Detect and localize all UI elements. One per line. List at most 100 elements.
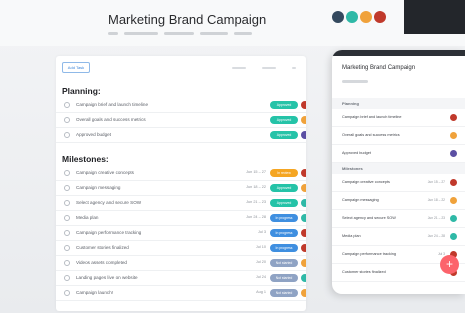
task-row[interactable]: Customer stories finalized Jul 10 In progr…	[56, 241, 306, 256]
complete-checkbox[interactable]	[64, 185, 70, 191]
assignee-avatar[interactable]	[301, 229, 306, 237]
status-badge[interactable]: In review	[270, 169, 298, 177]
mobile-task-name[interactable]: Media plan	[342, 234, 361, 238]
mobile-task-name[interactable]: Campaign performance tracking	[342, 252, 396, 256]
complete-checkbox[interactable]	[64, 290, 70, 296]
task-name[interactable]: Videos assets completed	[76, 260, 127, 265]
mobile-assignee-avatar[interactable]	[450, 179, 457, 186]
mobile-assignee-avatar[interactable]	[450, 114, 457, 121]
mobile-assignee-avatar[interactable]	[450, 233, 457, 240]
mobile-task-name[interactable]: Campaign messaging	[342, 198, 379, 202]
assignee-avatar[interactable]	[301, 274, 306, 282]
assignee-avatar[interactable]	[301, 169, 306, 177]
task-row[interactable]: Campaign messaging Jun 18 – 22 Approved	[56, 181, 306, 196]
assignee-avatar[interactable]	[301, 214, 306, 222]
task-row[interactable]: Select agency and secure SOW Jun 21 – 23 A…	[56, 196, 306, 211]
task-name[interactable]: Campaign creative concepts	[76, 170, 134, 175]
assignee-avatar[interactable]	[301, 199, 306, 207]
mobile-task-row[interactable]: Campaign brief and launch timeline	[332, 109, 465, 127]
assignee-avatar[interactable]	[301, 184, 306, 192]
avatar[interactable]	[346, 11, 358, 23]
task-name[interactable]: Customer stories finalized	[76, 245, 129, 250]
toolbar-control[interactable]	[262, 67, 276, 69]
tab-board[interactable]	[124, 32, 158, 35]
task-row[interactable]: Campaign creative concepts Jun 15 – 27 In …	[56, 166, 306, 181]
status-badge[interactable]: Approved	[270, 199, 298, 207]
task-due-date: Jul 10	[255, 245, 266, 249]
mobile-task-row[interactable]: Campaign creative concepts Jun 15 – 27	[332, 174, 465, 192]
mobile-assignee-avatar[interactable]	[450, 215, 457, 222]
task-name[interactable]: Campaign launch!	[76, 290, 113, 295]
task-name[interactable]: Campaign messaging	[76, 185, 120, 190]
tab-list[interactable]	[108, 32, 118, 35]
mobile-assignee-avatar[interactable]	[450, 150, 457, 157]
task-name[interactable]: Media plan	[76, 215, 98, 220]
tab-files[interactable]	[234, 32, 252, 35]
add-task-button[interactable]: Add Task	[62, 62, 90, 73]
mobile-task-name[interactable]: Customer stories finalized	[342, 270, 386, 274]
avatar[interactable]	[332, 11, 344, 23]
status-badge[interactable]: In progress	[270, 214, 298, 222]
complete-checkbox[interactable]	[64, 275, 70, 281]
mobile-task-row[interactable]: Media plan Jun 24 – 28	[332, 228, 465, 246]
status-badge[interactable]: Approved	[270, 116, 298, 124]
mobile-assignee-avatar[interactable]	[450, 132, 457, 139]
complete-checkbox[interactable]	[64, 200, 70, 206]
assignee-avatar[interactable]	[301, 116, 306, 124]
assignee-avatar[interactable]	[301, 131, 306, 139]
task-row[interactable]: Landing pages live on website Jul 24 Not s…	[56, 271, 306, 286]
status-badge[interactable]: Approved	[270, 184, 298, 192]
toolbar-control[interactable]	[232, 67, 246, 69]
mobile-task-name[interactable]: Campaign brief and launch timeline	[342, 115, 402, 119]
mobile-task-name[interactable]: Overall goals and success metrics	[342, 133, 400, 137]
status-badge[interactable]: Not started	[270, 259, 298, 267]
mobile-assignee-avatar[interactable]	[450, 197, 457, 204]
task-row[interactable]: Campaign brief and launch timeline Approv…	[56, 98, 306, 113]
mobile-task-row[interactable]: Overall goals and success metrics	[332, 127, 465, 145]
mobile-task-name[interactable]: Campaign creative concepts	[342, 180, 390, 184]
status-badge[interactable]: In progress	[270, 244, 298, 252]
assignee-avatar[interactable]	[301, 244, 306, 252]
task-row[interactable]: Approved budget Approved	[56, 128, 306, 143]
assignee-avatar[interactable]	[301, 289, 306, 297]
task-name[interactable]: Campaign brief and launch timeline	[76, 102, 148, 107]
complete-checkbox[interactable]	[64, 245, 70, 251]
complete-checkbox[interactable]	[64, 170, 70, 176]
mobile-task-name[interactable]: Select agency and secure SOW	[342, 216, 396, 220]
status-badge[interactable]: Not started	[270, 289, 298, 297]
task-name[interactable]: Overall goals and success metrics	[76, 117, 146, 122]
task-due-date: Jul 20	[255, 260, 266, 264]
complete-checkbox[interactable]	[64, 132, 70, 138]
status-badge[interactable]: Approved	[270, 101, 298, 109]
more-icon[interactable]	[292, 67, 296, 69]
assignee-avatar[interactable]	[301, 101, 306, 109]
mobile-section-milestones: Milestones	[332, 163, 465, 174]
status-badge[interactable]: Not started	[270, 274, 298, 282]
task-row[interactable]: Media plan Jun 24 – 28 In progress	[56, 211, 306, 226]
add-task-fab[interactable]: +	[440, 255, 459, 274]
status-badge[interactable]: Approved	[270, 131, 298, 139]
complete-checkbox[interactable]	[64, 215, 70, 221]
complete-checkbox[interactable]	[64, 230, 70, 236]
mobile-task-row[interactable]: Select agency and secure SOW Jun 21 – 23	[332, 210, 465, 228]
task-row[interactable]: Overall goals and success metrics Approve…	[56, 113, 306, 128]
mobile-task-row[interactable]: Campaign messaging Jun 18 – 22	[332, 192, 465, 210]
task-name[interactable]: Select agency and secure SOW	[76, 200, 141, 205]
complete-checkbox[interactable]	[64, 102, 70, 108]
mobile-task-name[interactable]: Approved budget	[342, 151, 371, 155]
task-name[interactable]: Campaign performance tracking	[76, 230, 141, 235]
avatar[interactable]	[360, 11, 372, 23]
task-name[interactable]: Approved budget	[76, 132, 111, 137]
complete-checkbox[interactable]	[64, 260, 70, 266]
avatar[interactable]	[374, 11, 386, 23]
tab-calendar[interactable]	[200, 32, 228, 35]
complete-checkbox[interactable]	[64, 117, 70, 123]
assignee-avatar[interactable]	[301, 259, 306, 267]
mobile-task-row[interactable]: Approved budget	[332, 145, 465, 163]
task-row[interactable]: Videos assets completed Jul 20 Not started	[56, 256, 306, 271]
status-badge[interactable]: In progress	[270, 229, 298, 237]
task-row[interactable]: Campaign performance tracking Jul 3 In pro…	[56, 226, 306, 241]
task-row[interactable]: Campaign launch! Aug 1 Not started	[56, 286, 306, 301]
tab-timeline[interactable]	[164, 32, 194, 35]
task-name[interactable]: Landing pages live on website	[76, 275, 138, 280]
